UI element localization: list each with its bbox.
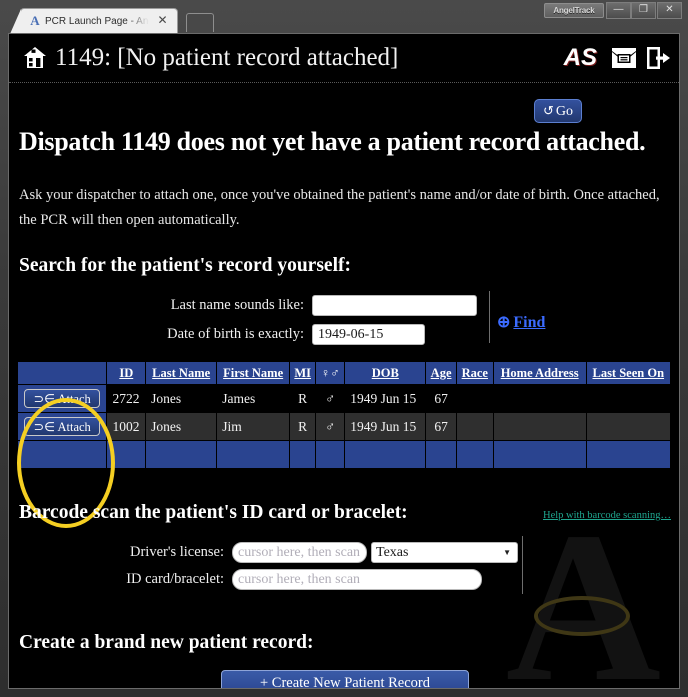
browser-tab[interactable]: A PCR Launch Page - AngelT ✕ — [10, 8, 178, 34]
section-heading-search: Search for the patient's record yourself… — [19, 255, 351, 276]
results-table-body: ⊃∈ Attach 2722 Jones James R ♂ 1949 Jun … — [16, 384, 672, 469]
attach-icon: ⊃∈ — [33, 392, 56, 406]
barcode-divider — [522, 536, 523, 594]
cell-first-name: James — [216, 384, 290, 413]
attach-label: Attach — [57, 392, 91, 406]
cell-mi: R — [288, 412, 317, 441]
cell-race — [455, 384, 494, 413]
logout-icon[interactable] — [645, 45, 671, 71]
table-header-row: ID Last Name First Name MI ♀♂ DOB Age Ra… — [16, 361, 672, 385]
favicon-icon: A — [30, 13, 40, 28]
row-actions: ⊃∈ Attach — [16, 412, 108, 441]
browser-window: AngelTrack — ❐ ✕ A PCR Launch Page - Ang… — [0, 0, 688, 697]
attach-label: Attach — [57, 420, 91, 434]
table-row: ⊃∈ Attach 1002 Jones Jim R ♂ 1949 Jun 15… — [16, 412, 672, 441]
target-icon: ⊕ — [497, 314, 511, 331]
last-name-input[interactable] — [312, 295, 477, 316]
cell-id: 1002 — [106, 412, 147, 441]
cell-first-name: Jim — [216, 412, 290, 441]
last-name-label: Last name sounds like: — [170, 297, 304, 313]
barcode-help-link[interactable]: Help with barcode scanning… — [543, 510, 671, 521]
dob-input[interactable] — [312, 324, 425, 345]
new-tab-button[interactable] — [186, 13, 214, 32]
cell-last-name: Jones — [145, 412, 218, 441]
results-table-head: ID Last Name First Name MI ♀♂ DOB Age Ra… — [16, 361, 672, 385]
search-results: ID Last Name First Name MI ♀♂ DOB Age Ra… — [16, 361, 672, 469]
section-heading-barcode: Barcode scan the patient's ID card or br… — [19, 502, 408, 523]
cell-home-address — [492, 384, 587, 413]
user-initials[interactable]: AS — [564, 44, 597, 72]
results-table: ID Last Name First Name MI ♀♂ DOB Age Ra… — [16, 361, 672, 469]
col-race[interactable]: Race — [455, 361, 494, 385]
app-header: 1149: [No patient record attached] AS — [9, 34, 679, 83]
find-label: Find — [513, 314, 546, 331]
tab-title: PCR Launch Page - AngelT — [45, 16, 149, 27]
attach-icon: ⊃∈ — [33, 420, 56, 434]
page-viewport: A 1149: [No patient record attached] AS — [8, 33, 680, 689]
close-icon[interactable]: ✕ — [156, 13, 169, 28]
go-label: Go — [555, 104, 574, 119]
cell-id: 2722 — [106, 384, 147, 413]
patient-search-form: Last name sounds like: Date of birth is … — [9, 291, 679, 345]
col-home-address[interactable]: Home Address — [492, 361, 587, 385]
cell-home-address — [492, 412, 587, 441]
dob-label: Date of birth is exactly: — [167, 326, 304, 342]
go-button[interactable]: ↺ Go — [534, 99, 582, 123]
cell-race — [455, 412, 494, 441]
chevron-down-icon: ▼ — [503, 548, 511, 557]
col-id[interactable]: ID — [106, 361, 147, 385]
section-heading-create: Create a brand new patient record: — [19, 632, 314, 653]
annotation-ellipse-go — [534, 596, 630, 636]
table-row-empty — [16, 440, 672, 469]
cell-mi: R — [288, 384, 317, 413]
drivers-license-label: Driver's license: — [129, 544, 224, 560]
cell-gender: ♂ — [315, 384, 346, 413]
cell-last-name: Jones — [145, 384, 218, 413]
cell-last-seen-on — [585, 384, 672, 413]
form-divider — [489, 291, 490, 343]
cell-dob: 1949 Jun 15 — [344, 384, 427, 413]
main-heading: Dispatch 1149 does not yet have a patien… — [19, 127, 646, 156]
col-dob[interactable]: DOB — [344, 361, 427, 385]
barcode-scan-form: Driver's license: Texas ▼ ID card/bracel… — [9, 536, 679, 598]
col-age[interactable]: Age — [425, 361, 457, 385]
drivers-license-input[interactable] — [232, 542, 367, 563]
col-actions — [16, 361, 108, 385]
state-select[interactable]: Texas ▼ — [371, 542, 518, 563]
col-last-name[interactable]: Last Name — [145, 361, 218, 385]
find-button[interactable]: ⊕ Find — [497, 312, 545, 332]
refresh-icon: ↺ — [542, 103, 554, 118]
state-select-value: Texas — [376, 545, 409, 560]
cell-age: 67 — [425, 384, 457, 413]
tab-strip: A PCR Launch Page - AngelT ✕ — [0, 8, 688, 34]
create-new-patient-record-button[interactable]: + Create New Patient Record — [221, 670, 469, 688]
row-actions: ⊃∈ Attach — [16, 384, 108, 413]
lead-paragraph: Ask your dispatcher to attach one, once … — [19, 187, 660, 228]
cell-gender: ♂ — [315, 412, 346, 441]
cell-age: 67 — [425, 412, 457, 441]
col-last-seen-on[interactable]: Last Seen On — [585, 361, 672, 385]
col-first-name[interactable]: First Name — [216, 361, 290, 385]
page-title: 1149: [No patient record attached] — [55, 44, 399, 71]
cell-last-seen-on — [585, 412, 672, 441]
id-card-input[interactable] — [232, 569, 482, 590]
cell-dob: 1949 Jun 15 — [344, 412, 427, 441]
attach-button[interactable]: ⊃∈ Attach — [24, 417, 101, 436]
col-gender[interactable]: ♀♂ — [315, 361, 346, 385]
attach-button[interactable]: ⊃∈ Attach — [24, 389, 101, 408]
id-card-label: ID card/bracelet: — [126, 571, 224, 587]
home-icon[interactable] — [23, 46, 47, 69]
col-mi[interactable]: MI — [288, 361, 317, 385]
table-row: ⊃∈ Attach 2722 Jones James R ♂ 1949 Jun … — [16, 384, 672, 413]
envelope-icon[interactable] — [611, 46, 637, 70]
